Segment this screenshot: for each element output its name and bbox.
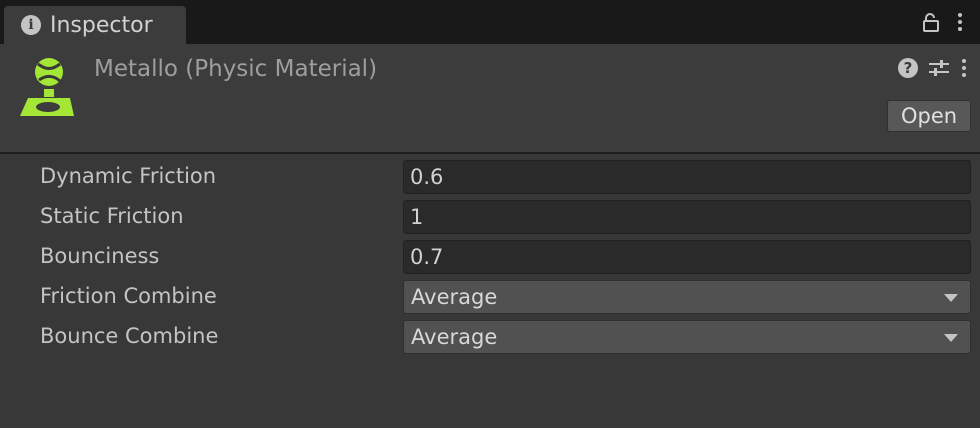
property-row-bounce-combine: Bounce Combine Average — [0, 318, 980, 358]
component-menu-icon[interactable] — [960, 59, 968, 77]
info-icon: i — [21, 15, 41, 35]
lock-icon[interactable] — [922, 12, 940, 32]
asset-title: Metallo (Physic Material) — [94, 56, 378, 82]
property-row-static-friction: Static Friction 1 — [0, 198, 980, 238]
dynamic-friction-field[interactable]: 0.6 — [403, 160, 971, 194]
dropdown-value: Average — [411, 285, 498, 309]
inspector-header: Metallo (Physic Material) ? Open — [0, 44, 980, 154]
property-label: Friction Combine — [40, 284, 217, 308]
static-friction-field[interactable]: 1 — [403, 200, 971, 234]
friction-combine-dropdown[interactable]: Average — [403, 280, 971, 314]
property-row-friction-combine: Friction Combine Average — [0, 278, 980, 318]
tab-label: Inspector — [50, 12, 153, 38]
open-button[interactable]: Open — [887, 100, 971, 132]
tab-bar: i Inspector — [0, 0, 980, 44]
property-row-dynamic-friction: Dynamic Friction 0.6 — [0, 158, 980, 198]
dropdown-arrow-icon — [944, 294, 958, 302]
settings-sliders-icon[interactable] — [928, 58, 950, 78]
dropdown-arrow-icon — [944, 334, 958, 342]
bounce-combine-dropdown[interactable]: Average — [403, 320, 971, 354]
property-label: Dynamic Friction — [40, 164, 217, 188]
tab-inspector[interactable]: i Inspector — [4, 6, 186, 44]
header-actions: ? — [898, 58, 968, 78]
property-row-bounciness: Bounciness 0.7 — [0, 238, 980, 278]
dropdown-value: Average — [411, 325, 498, 349]
property-label: Static Friction — [40, 204, 184, 228]
help-icon[interactable]: ? — [898, 58, 918, 78]
property-label: Bounciness — [40, 244, 160, 268]
bounciness-field[interactable]: 0.7 — [403, 240, 971, 274]
tab-menu-icon[interactable] — [956, 13, 964, 31]
tab-actions — [922, 12, 964, 32]
properties-panel: Dynamic Friction 0.6 Static Friction 1 B… — [0, 158, 980, 358]
physic-material-icon — [20, 58, 74, 116]
property-label: Bounce Combine — [40, 324, 219, 348]
